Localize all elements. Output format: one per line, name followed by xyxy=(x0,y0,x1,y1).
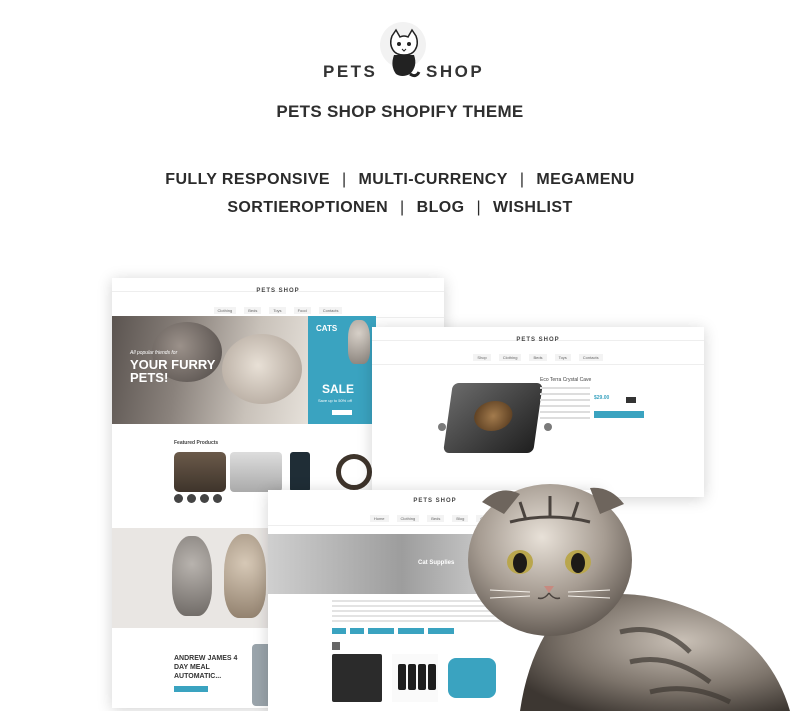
theme-title: PETS SHOP SHOPIFY THEME xyxy=(276,102,524,121)
feature-separator: | xyxy=(476,199,481,216)
next-image-icon xyxy=(544,423,552,431)
filter-buttons xyxy=(332,628,454,634)
feature-separator: | xyxy=(519,171,525,188)
product-item xyxy=(332,654,382,702)
mockup-nav-item: Shop xyxy=(473,354,491,361)
product-details xyxy=(540,387,590,423)
mockup-nav-item: Clothing xyxy=(396,515,420,522)
mockup-nav-item: Food xyxy=(293,307,311,314)
kittens-banner xyxy=(112,528,282,628)
sale-label: SALE xyxy=(322,382,355,396)
feature-wishlist: WISHLIST xyxy=(493,199,573,216)
promo-button xyxy=(174,686,208,692)
mockup-nav-item: Toys xyxy=(269,307,286,314)
kitten-image xyxy=(172,536,212,616)
promo-title: ANDREW JAMES 4 DAY MEAL AUTOMATIC... xyxy=(174,655,238,680)
sale-promo-tile: SALE Save up to 50% off xyxy=(308,370,376,424)
product-food-bottle xyxy=(290,452,310,492)
mockup-nav: Shop Clothing Beds Toys Contacts xyxy=(372,351,704,365)
sale-subtitle: Save up to 50% off xyxy=(318,398,352,403)
features-row-1: FULLY RESPONSIVE | MULTI-CURRENCY | MEGAMENU xyxy=(0,171,800,189)
product-price: $29.00 xyxy=(594,395,610,401)
kitten-image xyxy=(222,334,302,404)
features-row-2: SORTIEROPTIONEN | BLOG | WISHLIST xyxy=(0,199,800,217)
cat-image xyxy=(348,320,370,364)
feature-fully-responsive: FULLY RESPONSIVE xyxy=(165,171,330,188)
kitten-image xyxy=(224,534,266,618)
grid-view-icon xyxy=(332,642,340,650)
product-image-detail xyxy=(472,401,515,431)
site-logo[interactable]: PETS SHOP xyxy=(320,18,485,88)
hero-subtitle: All popular friends for xyxy=(130,350,178,356)
mockup-hero-banner: All popular friends for YOUR FURRY PETS! xyxy=(112,316,308,424)
feature-multi-currency: MULTI-CURRENCY xyxy=(358,171,508,188)
mockup-nav-item: Toys xyxy=(554,354,571,361)
mockup-nav-item: Contacts xyxy=(318,307,343,314)
featured-products-title: Featured Products xyxy=(174,440,219,446)
add-to-cart-button xyxy=(594,411,644,418)
mockup-nav-item: Beds xyxy=(244,307,262,314)
product-image xyxy=(443,383,543,453)
mockup-nav-item: Contacts xyxy=(578,354,603,361)
cats-promo-tile: CATS xyxy=(308,316,376,370)
mockup-nav-item: Beds xyxy=(427,515,445,522)
prev-image-icon xyxy=(438,423,446,431)
cat-logo-icon xyxy=(389,28,421,78)
product-cat-bed xyxy=(230,452,282,492)
mockup-logo: PETS SHOP xyxy=(516,337,560,343)
scottish-fold-cat-image xyxy=(468,484,790,711)
hero-title: YOUR FURRY PETS! xyxy=(130,357,216,385)
product-boots xyxy=(392,654,438,702)
feature-blog: BLOG xyxy=(416,199,465,216)
mockup-nav-item: Clothing xyxy=(498,354,522,361)
product-title: Eco Terra Crystal Cave xyxy=(540,377,592,383)
feature-sortieroptionen: SORTIEROPTIONEN xyxy=(227,199,389,216)
collection-title: Cat Supplies xyxy=(418,560,455,566)
mockup-nav-item: Clothing xyxy=(213,307,237,314)
quantity-field xyxy=(626,397,636,403)
cats-label: CATS xyxy=(316,324,338,333)
mockup-nav-item: Home xyxy=(369,515,389,522)
logo-word-left: PETS xyxy=(323,62,378,81)
mockup-nav-item: Beds xyxy=(529,354,547,361)
feature-separator: | xyxy=(341,171,347,188)
logo-word-right: SHOP xyxy=(426,62,485,81)
color-swatches xyxy=(174,494,222,503)
feature-megamenu: MEGAMENU xyxy=(536,171,635,188)
mockup-logo: PETS SHOP xyxy=(256,288,300,294)
product-basket xyxy=(336,454,372,490)
sale-button xyxy=(332,410,352,415)
feature-separator: | xyxy=(400,199,405,216)
product-pet-bed xyxy=(174,452,226,492)
